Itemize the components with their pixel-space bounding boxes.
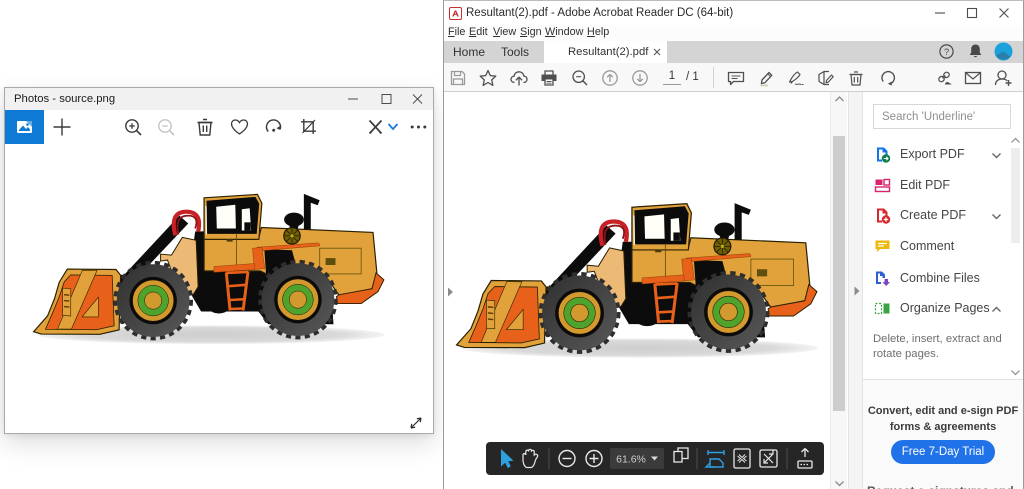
svg-text:61.6%: 61.6%	[616, 454, 646, 466]
svg-text:?: ?	[944, 47, 949, 58]
